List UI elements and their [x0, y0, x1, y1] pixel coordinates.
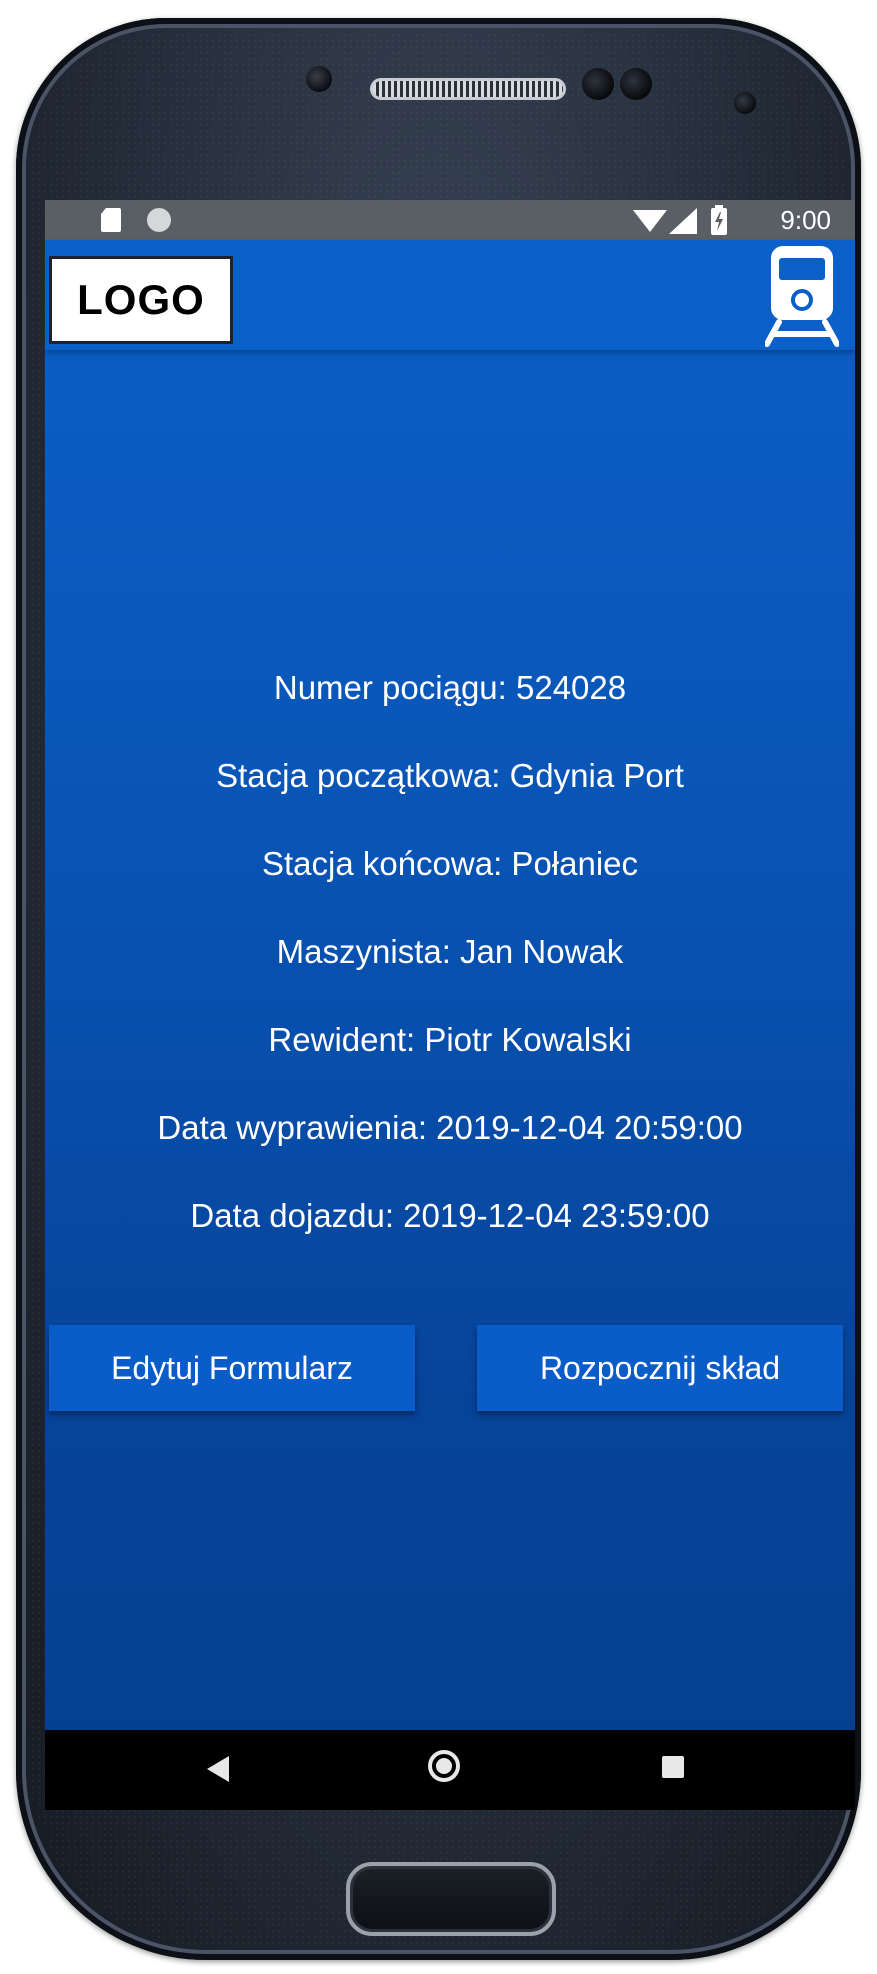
sd-card-icon	[101, 208, 121, 232]
status-clock: 9:00	[780, 205, 831, 235]
navigation-bar	[45, 1730, 855, 1810]
inspector: Rewident: Piotr Kowalski	[268, 1021, 632, 1058]
back-icon[interactable]	[207, 1756, 229, 1782]
app-bar: LOGO	[45, 240, 855, 350]
light-sensor	[620, 68, 652, 100]
end-station: Stacja końcowa: Połaniec	[261, 845, 639, 882]
logo: LOGO	[49, 256, 233, 344]
hardware-home-button[interactable]	[346, 1862, 556, 1936]
signal-icon	[669, 208, 697, 234]
status-bar: 9:00	[45, 200, 855, 240]
start-station: Stacja początkowa: Gdynia Port	[216, 757, 684, 794]
driver: Maszynista: Jan Nowak	[276, 933, 624, 970]
home-icon[interactable]	[428, 1750, 460, 1782]
battery-icon	[711, 205, 727, 235]
circle-icon	[147, 208, 171, 232]
departure-date: Data wyprawienia: 2019-12-04 20:59:00	[157, 1109, 743, 1146]
train-icon[interactable]	[765, 244, 839, 348]
arrival-date: Data dojazdu: 2019-12-04 23:59:00	[190, 1197, 710, 1234]
recent-apps-icon[interactable]	[662, 1756, 684, 1778]
front-camera	[306, 66, 332, 92]
notification-led	[734, 92, 756, 114]
edit-form-button[interactable]: Edytuj Formularz	[49, 1325, 415, 1411]
train-number: Numer pociągu: 524028	[273, 669, 627, 706]
proximity-sensor	[582, 68, 614, 100]
app-screen: 9:00 LOGO Numer pociągu: 524028 Stacja p…	[45, 200, 855, 1810]
earpiece-speaker	[370, 78, 566, 100]
start-consist-button[interactable]: Rozpocznij skład	[477, 1325, 843, 1411]
train-info: Numer pociągu: 524028 Stacja początkowa:…	[45, 644, 855, 1260]
wifi-icon	[633, 210, 667, 232]
